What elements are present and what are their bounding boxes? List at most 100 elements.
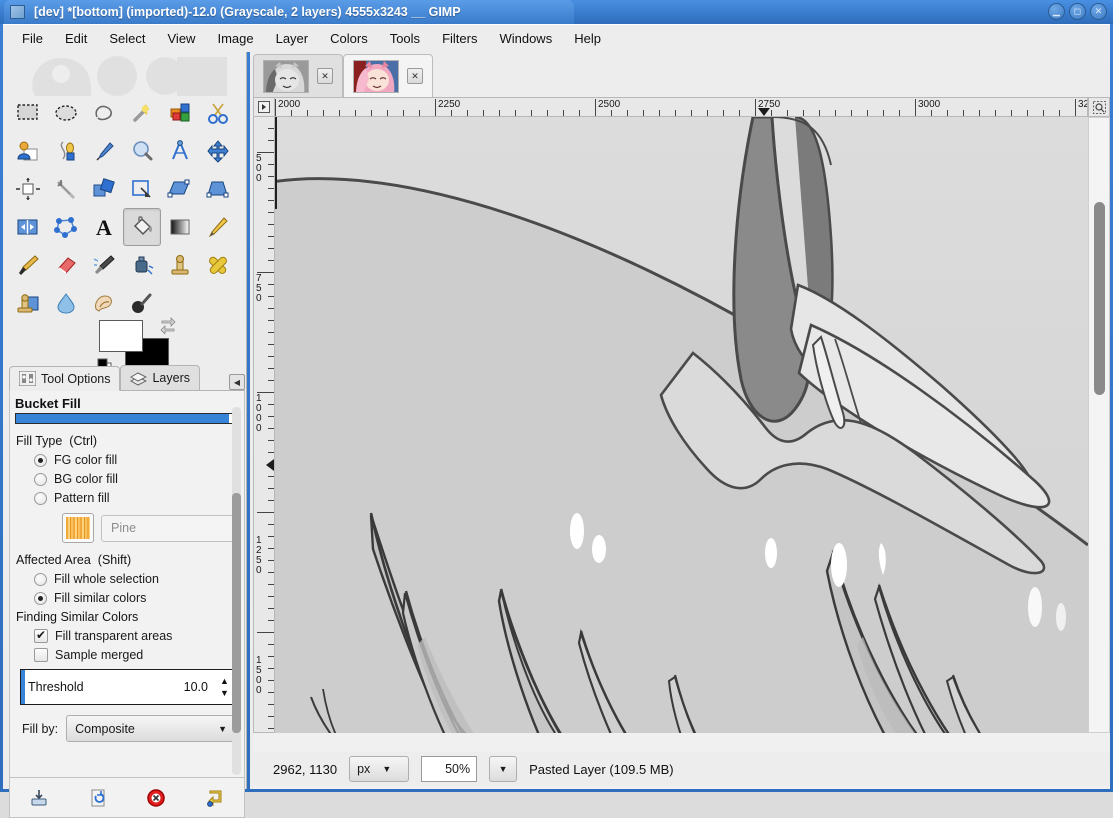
pine-pattern-swatch[interactable] xyxy=(62,513,94,543)
blur-sharpen-tool[interactable] xyxy=(47,284,85,322)
close-tab-icon[interactable]: ✕ xyxy=(317,68,333,84)
heal-tool[interactable] xyxy=(199,246,237,284)
collapse-dock-icon[interactable]: ◀ xyxy=(229,374,245,390)
dodge-burn-tool[interactable] xyxy=(123,284,161,322)
tool-options-scrollbar[interactable] xyxy=(232,407,241,775)
threshold-slider[interactable]: Threshold 10.0 ▲ ▼ xyxy=(20,669,236,705)
zoom-dropdown-button[interactable]: ▼ xyxy=(489,756,518,782)
perspective-clone-tool[interactable] xyxy=(9,284,47,322)
ruler-tick xyxy=(595,99,596,116)
ink-tool[interactable] xyxy=(123,246,161,284)
airbrush-tool[interactable] xyxy=(85,246,123,284)
image-tab-color[interactable]: ✕ xyxy=(343,54,433,97)
swap-colors-icon[interactable] xyxy=(159,316,177,335)
fill-type-modifier: (Ctrl) xyxy=(69,434,98,448)
threshold-decrement-icon[interactable]: ▼ xyxy=(220,689,229,698)
vertical-scrollbar[interactable] xyxy=(1088,117,1110,733)
menu-image[interactable]: Image xyxy=(206,27,264,50)
text-tool[interactable]: A xyxy=(85,208,123,246)
cage-transform-tool[interactable] xyxy=(47,208,85,246)
foreground-select-tool[interactable] xyxy=(9,132,47,170)
ruler-tick xyxy=(691,110,692,116)
close-button[interactable]: ✕ xyxy=(1090,3,1107,20)
eraser-tool[interactable] xyxy=(47,246,85,284)
shear-tool[interactable] xyxy=(161,170,199,208)
paintbrush-tool[interactable] xyxy=(9,246,47,284)
crop-tool[interactable] xyxy=(47,170,85,208)
foreground-color-swatch[interactable] xyxy=(99,320,143,352)
pencil-tool[interactable] xyxy=(199,208,237,246)
tool-opacity-bar[interactable] xyxy=(15,413,239,424)
image-canvas[interactable] xyxy=(275,117,1088,733)
ellipse-select-tool[interactable] xyxy=(47,94,85,132)
save-tool-preset-button[interactable] xyxy=(26,785,52,811)
free-select-tool[interactable] xyxy=(85,94,123,132)
bucket-fill-tool[interactable] xyxy=(123,208,161,246)
ruler-tick xyxy=(1075,99,1076,116)
menu-file[interactable]: File xyxy=(11,27,54,50)
ruler-label: 3250 xyxy=(1078,99,1087,110)
menu-filters[interactable]: Filters xyxy=(431,27,488,50)
menu-colors[interactable]: Colors xyxy=(319,27,379,50)
toolbox-empty-cell xyxy=(199,284,237,322)
canvas-area: 2000225025002750300032503500 50075010001… xyxy=(253,97,1110,789)
menu-edit[interactable]: Edit xyxy=(54,27,98,50)
threshold-increment-icon[interactable]: ▲ xyxy=(220,677,229,686)
menu-help[interactable]: Help xyxy=(563,27,612,50)
tool-options-scrollbar-thumb[interactable] xyxy=(232,493,241,733)
radio-fill-similar-colors[interactable]: Fill similar colors xyxy=(34,591,240,605)
zoom-follow-window-icon[interactable] xyxy=(1088,97,1110,117)
perspective-tool[interactable] xyxy=(199,170,237,208)
align-tool[interactable] xyxy=(9,170,47,208)
zoom-entry[interactable]: 50% xyxy=(421,756,478,782)
ruler-tick xyxy=(787,110,788,116)
ruler-corner-button[interactable] xyxy=(253,97,275,117)
rect-select-tool[interactable] xyxy=(9,94,47,132)
flip-tool[interactable] xyxy=(9,208,47,246)
menu-tools[interactable]: Tools xyxy=(379,27,431,50)
restore-tool-preset-button[interactable] xyxy=(85,785,111,811)
scale-tool[interactable] xyxy=(123,170,161,208)
tab-layers[interactable]: Layers xyxy=(120,365,201,390)
fill-by-combo[interactable]: Composite ▼ xyxy=(66,715,236,742)
minimize-button[interactable]: ▁ xyxy=(1048,3,1065,20)
rotate-tool[interactable] xyxy=(85,170,123,208)
close-tab-icon[interactable]: ✕ xyxy=(407,68,423,84)
radio-pattern-fill[interactable]: Pattern fill xyxy=(34,491,240,505)
menu-view[interactable]: View xyxy=(157,27,207,50)
scissors-select-tool[interactable] xyxy=(199,94,237,132)
vertical-ruler[interactable]: 500 750 1000 1250 1500 xyxy=(253,117,275,733)
maximize-button[interactable]: ◻ xyxy=(1069,3,1086,20)
ruler-label: 1250 xyxy=(256,535,262,576)
ruler-label: 2500 xyxy=(598,99,621,110)
image-tab-grayscale[interactable]: ✕ xyxy=(253,54,343,97)
ruler-tick xyxy=(268,308,274,309)
horizontal-ruler[interactable]: 2000225025002750300032503500 xyxy=(275,97,1088,117)
zoom-tool[interactable] xyxy=(123,132,161,170)
clone-tool[interactable] xyxy=(161,246,199,284)
radio-fill-whole-selection[interactable]: Fill whole selection xyxy=(34,572,240,586)
delete-tool-preset-button[interactable] xyxy=(143,785,169,811)
reset-tool-options-button[interactable] xyxy=(202,785,228,811)
fuzzy-select-tool[interactable] xyxy=(123,94,161,132)
measure-tool[interactable] xyxy=(161,132,199,170)
gradient-tool[interactable] xyxy=(161,208,199,246)
move-tool[interactable] xyxy=(199,132,237,170)
menu-select[interactable]: Select xyxy=(98,27,156,50)
select-by-color-tool[interactable] xyxy=(161,94,199,132)
pattern-name-field[interactable]: Pine xyxy=(101,514,240,542)
checkbox-fill-transparent-areas[interactable]: Fill transparent areas xyxy=(34,628,240,643)
checkbox-sample-merged[interactable]: Sample merged xyxy=(34,648,240,662)
paths-tool[interactable] xyxy=(47,132,85,170)
menu-windows[interactable]: Windows xyxy=(488,27,563,50)
checkbox-fill-transparent-areas-indicator xyxy=(34,628,48,643)
smudge-tool[interactable] xyxy=(85,284,123,322)
ruler-tick xyxy=(291,110,292,116)
unit-combo[interactable]: px ▼ xyxy=(349,756,410,782)
tab-tool-options[interactable]: Tool Options xyxy=(9,366,121,391)
menu-layer[interactable]: Layer xyxy=(265,27,320,50)
radio-fg-color-fill[interactable]: FG color fill xyxy=(34,453,240,467)
color-picker-tool[interactable] xyxy=(85,132,123,170)
vertical-scrollbar-thumb[interactable] xyxy=(1094,202,1105,395)
radio-bg-color-fill[interactable]: BG color fill xyxy=(34,472,240,486)
